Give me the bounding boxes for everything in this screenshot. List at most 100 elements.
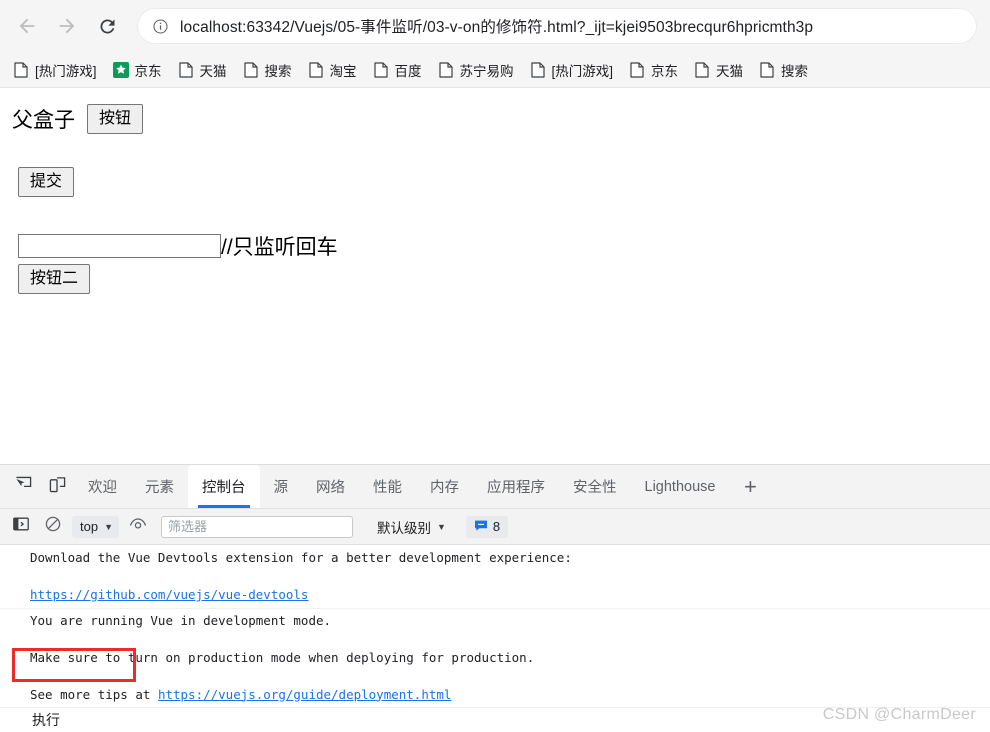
console-sidebar-button[interactable] xyxy=(8,515,34,539)
tab-label: 欢迎 xyxy=(88,480,117,496)
console-message: Download the Vue Devtools extension for … xyxy=(0,546,990,609)
info-circle-icon[interactable] xyxy=(152,18,169,35)
inspect-element-icon xyxy=(15,476,32,498)
tab-label: 安全性 xyxy=(573,480,617,496)
back-button[interactable] xyxy=(10,9,44,43)
bookmark-label: 苏宁易购 xyxy=(459,63,514,79)
tab-sources[interactable]: 源 xyxy=(260,465,303,508)
bookmark-item[interactable]: [热门游戏] xyxy=(523,57,621,83)
bookmark-label: 搜索 xyxy=(781,63,809,79)
tab-memory[interactable]: 内存 xyxy=(416,465,473,508)
tab-label: 性能 xyxy=(373,480,402,496)
tab-welcome[interactable]: 欢迎 xyxy=(74,465,131,508)
console-message-text: Download the Vue Devtools extension for … xyxy=(30,550,572,565)
reload-icon xyxy=(97,16,118,37)
message-count-badge[interactable]: 8 xyxy=(465,515,509,538)
live-expression-button[interactable] xyxy=(125,515,151,539)
bookmark-item[interactable]: 京东 xyxy=(622,57,685,83)
button-two[interactable]: 按钮二 xyxy=(18,264,91,294)
console-message-text: You are running Vue in development mode. xyxy=(30,612,332,628)
console-link[interactable]: https://github.com/vuejs/vue-devtools xyxy=(30,587,308,602)
bookmark-label: 天猫 xyxy=(199,63,227,79)
tab-application[interactable]: 应用程序 xyxy=(473,465,559,508)
tab-elements[interactable]: 元素 xyxy=(131,465,188,508)
bookmark-label: [热门游戏] xyxy=(551,63,614,79)
button-inner[interactable]: 按钮 xyxy=(87,104,144,134)
jd-star-icon xyxy=(112,61,129,78)
bookmark-label: [热门游戏] xyxy=(35,63,97,79)
submit-row: 提交 xyxy=(18,167,982,197)
browser-toolbar: localhost:63342/Vuejs/05-事件监听/03-v-on的修饰… xyxy=(0,0,990,52)
page-icon xyxy=(373,61,389,78)
reload-button[interactable] xyxy=(90,9,124,43)
tab-performance[interactable]: 性能 xyxy=(359,465,416,508)
console-message-text: Make sure to turn on production mode whe… xyxy=(30,649,535,665)
submit-button[interactable]: 提交 xyxy=(18,167,75,197)
bookmark-label: 搜索 xyxy=(264,63,292,79)
chevron-down-icon: ▼ xyxy=(437,521,446,532)
execution-context-select[interactable]: top ▼ xyxy=(72,515,119,538)
console-message-text: 执行 xyxy=(32,713,60,729)
log-level-value: 默认级别 xyxy=(377,520,431,536)
log-level-select[interactable]: 默认级别 ▼ xyxy=(377,517,446,537)
bookmark-label: 京东 xyxy=(134,63,162,79)
speech-bubble-icon xyxy=(474,519,488,535)
button-two-row: 按钮二 xyxy=(18,264,982,294)
bookmark-item[interactable]: 天猫 xyxy=(171,57,234,83)
bookmark-item[interactable]: 京东 xyxy=(106,57,169,83)
page-icon xyxy=(759,61,775,78)
tab-security[interactable]: 安全性 xyxy=(559,465,631,508)
browser-window: localhost:63342/Vuejs/05-事件监听/03-v-on的修饰… xyxy=(0,0,990,732)
forward-button[interactable] xyxy=(50,9,84,43)
tab-label: 应用程序 xyxy=(487,480,545,496)
page-icon xyxy=(629,61,645,78)
bookmark-item[interactable]: 天猫 xyxy=(687,57,750,83)
bookmark-label: 百度 xyxy=(394,63,422,79)
watermark-label: CSDN @CharmDeer xyxy=(822,706,976,723)
bookmark-item[interactable]: 苏宁易购 xyxy=(431,57,521,83)
devtools-panel: 欢迎 元素 控制台 源 网络 性能 内存 应用程序 安全性 Lighthouse… xyxy=(0,464,990,732)
tab-label: 源 xyxy=(273,480,289,496)
page-icon xyxy=(530,61,546,78)
execution-context-value: top xyxy=(80,519,99,534)
devtools-tabbar: 欢迎 元素 控制台 源 网络 性能 内存 应用程序 安全性 Lighthouse… xyxy=(0,465,990,509)
console-sidebar-icon xyxy=(13,516,29,537)
tab-console[interactable]: 控制台 xyxy=(188,465,260,508)
page-viewport: 父盒子 按钮 提交 //只监听回车 按钮二 xyxy=(0,88,990,463)
bookmarks-bar: [热门游戏] 京东 天猫 搜索 淘宝 百度 苏宁易购 [热门游戏] 京东 天猫 … xyxy=(0,52,990,88)
clear-console-icon xyxy=(45,516,61,537)
console-filter-input[interactable] xyxy=(161,515,353,538)
bookmark-item[interactable]: 淘宝 xyxy=(301,57,364,83)
arrow-right-icon xyxy=(56,15,78,37)
parent-box: 父盒子 按钮 xyxy=(12,104,982,134)
tab-label: 元素 xyxy=(145,480,174,496)
console-output[interactable]: Download the Vue Devtools extension for … xyxy=(0,546,990,732)
bookmark-item[interactable]: 百度 xyxy=(366,57,429,83)
tab-label: 网络 xyxy=(316,480,345,496)
console-message: You are running Vue in development mode.… xyxy=(0,609,990,708)
tab-label: Lighthouse xyxy=(644,478,716,495)
tab-label: 控制台 xyxy=(202,480,246,496)
bookmark-item[interactable]: 搜索 xyxy=(752,57,815,83)
console-link[interactable]: https://vuejs.org/guide/deployment.html xyxy=(158,687,452,702)
bookmark-label: 淘宝 xyxy=(329,63,357,79)
bookmark-item[interactable]: [热门游戏] xyxy=(6,57,104,83)
clear-console-button[interactable] xyxy=(40,515,66,539)
bookmark-label: 天猫 xyxy=(716,63,744,79)
device-toolbar-icon xyxy=(49,476,66,498)
tab-label: 内存 xyxy=(430,480,459,496)
enter-key-input[interactable] xyxy=(18,234,221,258)
address-bar[interactable]: localhost:63342/Vuejs/05-事件监听/03-v-on的修饰… xyxy=(138,9,976,43)
device-toolbar-button[interactable] xyxy=(40,465,74,508)
page-icon xyxy=(308,61,324,78)
address-bar-text: localhost:63342/Vuejs/05-事件监听/03-v-on的修饰… xyxy=(180,19,814,36)
tab-network[interactable]: 网络 xyxy=(302,465,359,508)
add-panel-button[interactable]: + xyxy=(729,465,771,508)
bookmark-item[interactable]: 搜索 xyxy=(236,57,299,83)
console-message-text: See more tips at xyxy=(30,686,158,702)
enter-input-row: //只监听回车 xyxy=(18,231,982,261)
inspect-element-button[interactable] xyxy=(6,465,40,508)
page-icon xyxy=(13,61,29,78)
page-icon xyxy=(178,61,194,78)
tab-lighthouse[interactable]: Lighthouse xyxy=(631,465,730,508)
